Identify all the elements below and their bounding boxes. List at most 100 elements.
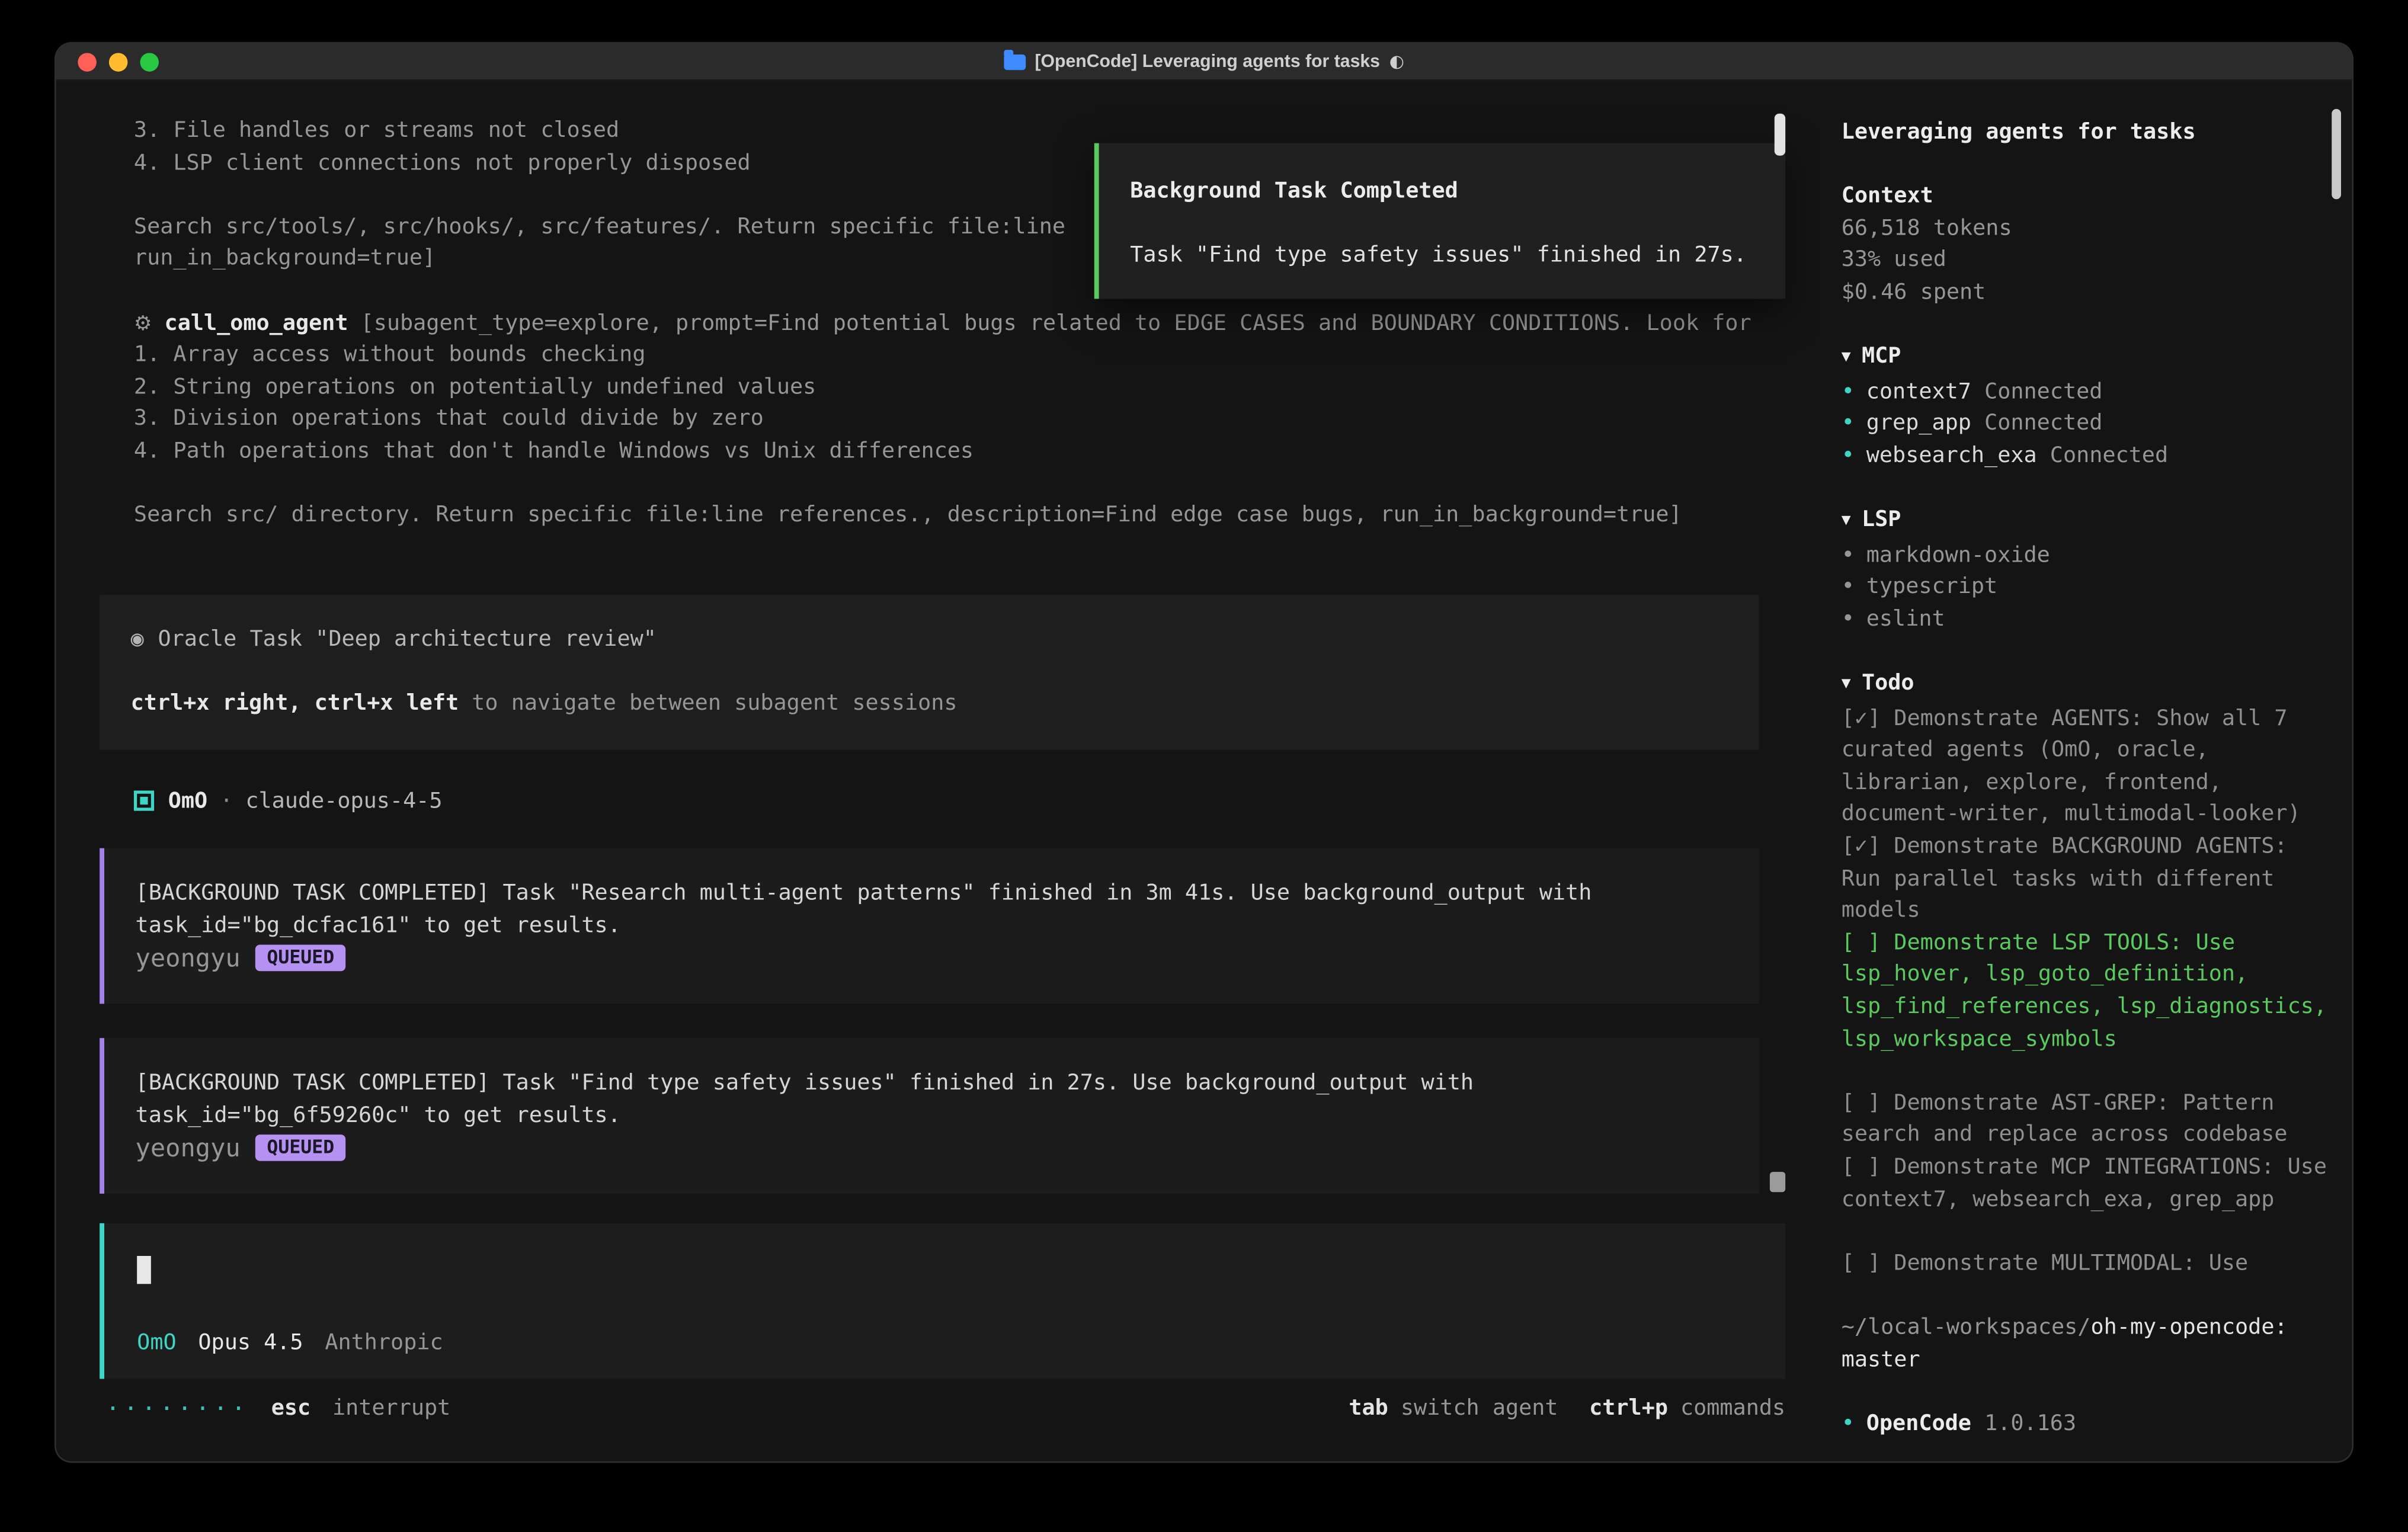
terminal-line: 1. Array access without bounds checking: [134, 339, 1817, 371]
todo-section: ▼Todo [✓] Demonstrate AGENTS: Show all 7…: [1842, 668, 2330, 1280]
bullet-icon: •: [1842, 376, 1866, 408]
separator-dot: ·: [220, 789, 233, 813]
task-user: yeongyu: [136, 1133, 241, 1163]
navigation-hint: ctrl+x right, ctrl+x leftto navigate bet…: [131, 688, 1759, 720]
window-titlebar[interactable]: [OpenCode] Leveraging agents for tasks ◐: [56, 44, 2352, 81]
oracle-task-title: Oracle Task "Deep architecture review": [158, 627, 656, 652]
terminal-line: 3. Division operations that could divide…: [134, 403, 1817, 435]
terminal-line: 3. File handles or streams not closed: [134, 115, 1817, 147]
lsp-item: •markdown-oxide: [1842, 540, 2330, 572]
input-agent-name: OmO: [137, 1331, 176, 1356]
task-message-line: task_id="bg_dcfac161" to get results.: [136, 910, 1759, 942]
desktop: [OpenCode] Leveraging agents for tasks ◐…: [0, 0, 2408, 1532]
cursor-row: [137, 1256, 1785, 1290]
collapse-triangle-icon: ▼: [1842, 348, 1851, 366]
tool-call-args: [subagent_type=explore, prompt=Find pote…: [361, 310, 1751, 335]
window-content: 3. File handles or streams not closed 4.…: [56, 81, 2352, 1462]
status-bar: ········ esc interrupt tab switch agent …: [106, 1392, 1786, 1424]
minimize-button[interactable]: [109, 52, 128, 71]
scrollbar-thumb[interactable]: [2332, 109, 2341, 199]
tab-key-hint: tab: [1349, 1396, 1388, 1421]
mcp-status: Connected: [1984, 411, 2102, 436]
agent-name: OmO: [168, 789, 207, 813]
todo-item: [ ] Demonstrate MULTIMODAL: Use: [1842, 1248, 2330, 1280]
tool-call-line: ⚙ call_omo_agent [subagent_type=explore, p…: [134, 307, 1817, 339]
scrollbar-thumb[interactable]: [1770, 1172, 1785, 1192]
mcp-heading[interactable]: ▼MCP: [1842, 341, 2330, 376]
todo-item: [ ] Demonstrate LSP TOOLS: Use lsp_hover…: [1842, 927, 2330, 1055]
task-user: yeongyu: [136, 943, 241, 973]
scrollbar-thumb[interactable]: [1775, 114, 1785, 156]
bullet-icon: •: [1842, 408, 1866, 440]
task-meta-row: yeongyu QUEUED: [136, 942, 1759, 974]
commands-key-label: commands: [1680, 1396, 1785, 1421]
toast-title: Background Task Completed: [1130, 176, 1785, 208]
terminal-line: 4. Path operations that don't handle Win…: [134, 435, 1817, 467]
zoom-button[interactable]: [140, 52, 159, 71]
agent-icon: [134, 791, 154, 811]
bullet-icon: •: [1842, 1408, 1866, 1440]
app-name: OpenCode: [1866, 1411, 1971, 1436]
bullet-icon: •: [1842, 540, 1866, 572]
context-tokens: 66,518 tokens: [1842, 213, 2330, 245]
tool-call-name: call_omo_agent: [165, 310, 348, 335]
workspace-path: ~/local-workspaces/oh-my-opencode:: [1842, 1312, 2330, 1344]
context-heading: Context: [1842, 181, 2330, 213]
bullet-icon: •: [1842, 572, 1866, 604]
todo-item: [ ] Demonstrate AST-GREP: Pattern search…: [1842, 1088, 2330, 1152]
input-provider: Anthropic: [325, 1331, 443, 1356]
mcp-item: •grep_app Connected: [1842, 408, 2330, 440]
mcp-item: •context7 Connected: [1842, 376, 2330, 408]
background-task-message: [BACKGROUND TASK COMPLETED] Task "Resear…: [100, 848, 1759, 1004]
mcp-section: ▼MCP •context7 Connected •grep_app Conne…: [1842, 341, 2330, 473]
oracle-task-panel[interactable]: ◉Oracle Task "Deep architecture review" …: [100, 594, 1759, 749]
hint-text: to navigate between subagent sessions: [472, 691, 957, 716]
terminal-window: [OpenCode] Leveraging agents for tasks ◐…: [56, 44, 2352, 1462]
agent-session-header[interactable]: OmO · claude-opus-4-5: [134, 785, 1817, 817]
app-version: 1.0.163: [1984, 1411, 2076, 1436]
commands-key-hint: ctrl+p: [1589, 1396, 1668, 1421]
queued-badge: QUEUED: [256, 945, 345, 972]
background-task-message: [BACKGROUND TASK COMPLETED] Task "Find t…: [100, 1038, 1759, 1194]
window-title: [OpenCode] Leveraging agents for tasks ◐: [1004, 52, 1404, 72]
background-task-toast[interactable]: Background Task Completed Task "Find typ…: [1094, 143, 1785, 299]
version-line: •OpenCode 1.0.163: [1842, 1408, 2330, 1440]
input-meta: OmO Opus 4.5 Anthropic: [137, 1328, 1785, 1360]
mcp-item: •websearch_exa Connected: [1842, 440, 2330, 472]
prompt-input[interactable]: OmO Opus 4.5 Anthropic: [100, 1223, 1785, 1379]
lsp-section: ▼LSP •markdown-oxide •typescript •eslint: [1842, 504, 2330, 636]
text-cursor: [137, 1256, 151, 1284]
progress-circle-icon: ◐: [1389, 52, 1404, 72]
todo-item: [ ] Demonstrate MCP INTEGRATIONS: Use co…: [1842, 1152, 2330, 1216]
close-button[interactable]: [78, 52, 97, 71]
lsp-item: •typescript: [1842, 572, 2330, 604]
bullet-icon: •: [1842, 604, 1866, 636]
folder-icon: [1004, 54, 1026, 69]
oracle-icon: ◉: [131, 627, 144, 652]
workspace-branch: master: [1842, 1344, 2330, 1376]
todo-heading[interactable]: ▼Todo: [1842, 668, 2330, 703]
mcp-status: Connected: [2050, 444, 2168, 469]
collapse-triangle-icon: ▼: [1842, 675, 1851, 692]
oracle-task-title-line: ◉ Oracle Task "Deep architecture review": [131, 624, 1759, 656]
session-title: Leveraging agents for tasks: [1842, 117, 2330, 149]
todo-item: [✓] Demonstrate BACKGROUND AGENTS: Run p…: [1842, 831, 2330, 927]
lsp-heading[interactable]: ▼LSP: [1842, 504, 2330, 539]
workspace-section: ~/local-workspaces/oh-my-opencode: maste…: [1842, 1312, 2330, 1376]
input-model: Opus 4.5: [198, 1331, 303, 1356]
spinner-dots: ········: [106, 1394, 249, 1422]
context-used: 33% used: [1842, 245, 2330, 277]
chat-main: 3. File handles or streams not closed 4.…: [56, 81, 1817, 1462]
traffic-lights: [78, 44, 159, 79]
blank-line: [131, 656, 1759, 688]
context-section: Context 66,518 tokens 33% used $0.46 spe…: [1842, 181, 2330, 309]
gear-icon: ⚙: [134, 312, 152, 335]
status-right: tab switch agent ctrl+p commands: [1349, 1396, 1785, 1421]
terminal-line: Search src/ directory. Return specific f…: [134, 500, 1817, 532]
context-spent: $0.46 spent: [1842, 277, 2330, 309]
lsp-item: •eslint: [1842, 604, 2330, 636]
toast-message: Task "Find type safety issues" finished …: [1130, 240, 1785, 272]
esc-key-label: interrupt: [332, 1396, 450, 1421]
status-left: ········ esc interrupt: [106, 1394, 451, 1422]
tab-key-label: switch agent: [1401, 1396, 1558, 1421]
